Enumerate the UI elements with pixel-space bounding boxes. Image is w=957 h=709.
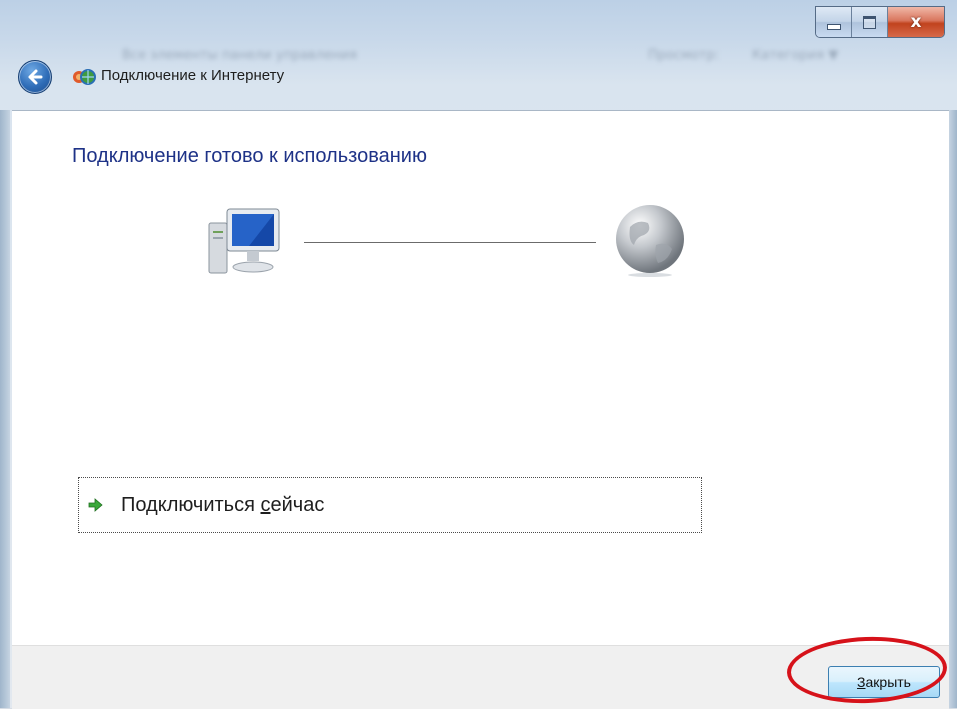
close-window-button[interactable]: x	[888, 7, 944, 37]
page-heading: Подключение готово к использованию	[72, 145, 427, 167]
minimize-icon	[826, 24, 841, 30]
computer-icon	[208, 208, 280, 274]
close-button[interactable]: Закрыть	[828, 666, 940, 698]
close-accesskey: З	[857, 674, 866, 690]
window-left-border	[0, 110, 10, 708]
wizard-footer: Закрыть	[12, 645, 949, 709]
maximize-icon	[863, 15, 876, 29]
background-breadcrumb-text: Все элементы панели управления	[122, 48, 357, 63]
internet-globe-icon	[616, 205, 684, 277]
connect-now-label-start: Подключиться	[121, 493, 261, 516]
background-view-value: Категория ▼	[752, 48, 839, 63]
green-arrow-icon	[88, 498, 103, 512]
connect-now-label: Подключиться сейчас	[121, 494, 324, 517]
wizard-content: Подключение готово к использованию Подкл…	[12, 110, 949, 645]
close-icon: x	[910, 12, 922, 32]
window-right-border	[949, 110, 957, 708]
back-arrow-icon	[28, 69, 43, 85]
maximize-button[interactable]	[852, 7, 888, 37]
connect-now-accesskey: с	[260, 493, 271, 516]
connect-now-option[interactable]: Подключиться сейчас	[78, 477, 702, 533]
background-view-label: Просмотр:	[648, 48, 720, 63]
window-title: Подключение к Интернету	[101, 67, 285, 84]
internet-connection-icon	[73, 69, 96, 85]
back-button[interactable]	[18, 60, 52, 94]
minimize-button[interactable]	[816, 7, 852, 37]
connect-now-label-end: ейчас	[270, 493, 325, 516]
connection-line	[304, 242, 596, 243]
caption-buttons: x	[815, 6, 945, 38]
close-button-label: акрыть	[865, 674, 911, 690]
